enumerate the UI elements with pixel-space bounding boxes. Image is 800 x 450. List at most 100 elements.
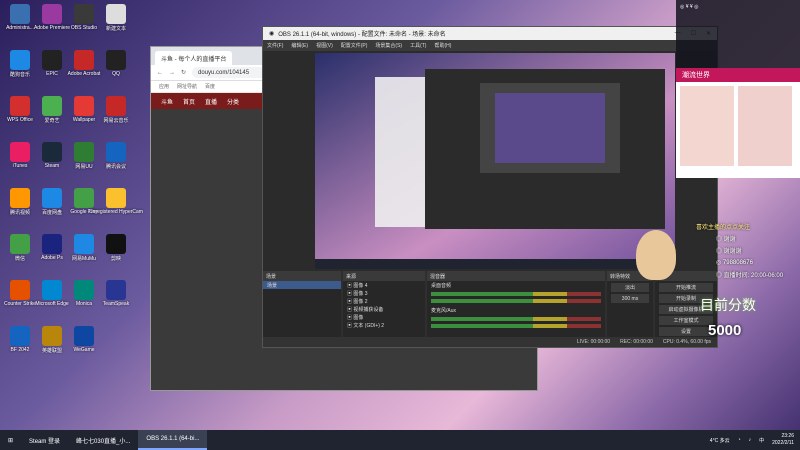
browser-tab[interactable]: 斗鱼 - 每个人的直播平台 <box>155 51 233 65</box>
desktop-icon[interactable]: EPIC <box>36 50 68 77</box>
mixer-track-label: 麦克风/Aux <box>431 307 457 314</box>
desktop-icon[interactable]: iTunes <box>4 142 36 169</box>
anime-mascot-image <box>636 230 676 280</box>
product-image[interactable] <box>680 86 734 166</box>
source-item[interactable]: ▣ 文本 (GDI+) 2 <box>343 321 425 329</box>
forward-icon[interactable]: → <box>169 70 175 76</box>
desktop-icon[interactable]: Microsoft Edge <box>35 280 69 307</box>
menu-file[interactable]: 文件(F) <box>267 42 283 49</box>
input-language[interactable]: 中 <box>759 437 764 444</box>
desktop-icon[interactable]: 英雄联盟 <box>36 326 68 354</box>
bookmark-item[interactable]: 网址导航 <box>177 83 197 90</box>
desktop-icon-label: 网易MuMu <box>72 256 96 262</box>
desktop-icon[interactable]: 腾讯视频 <box>4 188 36 216</box>
desktop-icon-label: 腾讯会议 <box>105 164 126 170</box>
scene-item[interactable]: 场景 <box>263 281 341 289</box>
desktop-icon-label: Adobe Premiere <box>33 25 71 31</box>
site-logo[interactable]: 斗鱼 <box>161 97 173 106</box>
bookmark-item[interactable]: 应用 <box>159 83 169 90</box>
taskbar-item-browser[interactable]: 峰七七030直播_小... <box>68 430 138 450</box>
menu-edit[interactable]: 编辑(E) <box>291 42 308 49</box>
desktop-icon[interactable]: 百度网盘 <box>36 188 68 216</box>
site-nav-item[interactable]: 分类 <box>227 97 239 106</box>
desktop-icon[interactable]: 网易MuMu <box>68 234 100 262</box>
clock[interactable]: 23:26 2022/2/11 <box>772 433 794 447</box>
desktop-icon[interactable]: WeGame <box>68 326 100 353</box>
mixer-track: 桌面音频 <box>427 281 605 289</box>
desktop-icon[interactable]: Wallpaper <box>68 96 100 123</box>
desktop-icon-label: 英雄联盟 <box>41 348 62 354</box>
app-icon <box>74 96 94 116</box>
volume-slider[interactable] <box>431 299 601 303</box>
desktop-icon[interactable]: Steam <box>36 142 68 169</box>
site-nav-item[interactable]: 直播 <box>205 97 217 106</box>
desktop-icon[interactable]: Adobe Acrobat <box>68 50 100 77</box>
desktop-icon[interactable]: 爱奇艺 <box>36 96 68 124</box>
desktop-icon-label: OBS Studio <box>70 25 98 31</box>
app-icon <box>10 142 30 162</box>
desktop-icon-label: TeamSpeak <box>102 301 130 307</box>
app-icon <box>10 96 30 116</box>
follower-line: ◎ 谢谢谢 <box>716 248 742 255</box>
app-icon <box>42 50 62 70</box>
product-image[interactable] <box>738 86 792 166</box>
desktop-icon-label: 剪映 <box>110 256 121 262</box>
obs-preview[interactable] <box>315 53 675 269</box>
desktop-icon-label: Adobe Ps <box>41 255 63 261</box>
menu-profile[interactable]: 配置文件(P) <box>341 42 368 49</box>
source-item[interactable]: ▣ 图像 4 <box>343 281 425 289</box>
menu-scene-collection[interactable]: 场景集合(S) <box>375 42 402 49</box>
app-icon <box>10 4 30 24</box>
desktop-icon[interactable]: TeamSpeak <box>100 280 132 307</box>
desktop-icon[interactable]: Unregistered HyperCam <box>89 188 143 215</box>
desktop-icon-label: Steam <box>44 163 60 169</box>
desktop-icon[interactable]: 腾讯会议 <box>100 142 132 170</box>
desktop-icon[interactable]: Administra... <box>4 4 36 31</box>
desktop-icon[interactable]: 网易云音乐 <box>100 96 132 124</box>
desktop-icon[interactable]: 网易UU <box>68 142 100 170</box>
desktop-icon[interactable]: OBS Studio <box>68 4 100 31</box>
source-item[interactable]: ▣ 图像 <box>343 313 425 321</box>
source-item[interactable]: ▣ 视频捕获设备 <box>343 305 425 313</box>
mixer-track-label: 桌面音频 <box>431 282 452 289</box>
desktop-icon[interactable]: QQ <box>100 50 132 77</box>
desktop-icon-label: Monica <box>75 301 93 307</box>
desktop-icon[interactable]: 剪映 <box>100 234 132 262</box>
duration-input[interactable]: 300 ms <box>611 294 649 303</box>
source-item[interactable]: ▣ 图像 2 <box>343 297 425 305</box>
taskbar-item-obs[interactable]: OBS 26.1.1 (64-bi... <box>138 430 208 450</box>
desktop-icon[interactable]: WPS Office <box>4 96 36 123</box>
desktop-icon[interactable]: Adobe Premiere <box>33 4 71 31</box>
desktop-icon[interactable]: Monica <box>68 280 100 307</box>
desktop-icon-label: Unregistered HyperCam <box>89 209 143 215</box>
app-icon <box>10 326 30 346</box>
wifi-icon[interactable]: ◔ <box>738 437 741 443</box>
desktop-icon-label: Microsoft Edge <box>35 301 69 307</box>
app-icon <box>74 50 94 70</box>
volume-slider[interactable] <box>431 324 601 328</box>
obs-window[interactable]: ◉ OBS 26.1.1 (64-bit, windows) - 配置文件: 未… <box>262 26 718 348</box>
desktop-icon[interactable]: 微信 <box>4 234 36 262</box>
desktop-icon[interactable]: Adobe Ps <box>36 234 68 261</box>
transition-select[interactable]: 淡出 <box>611 283 649 292</box>
reload-icon[interactable]: ↻ <box>181 69 186 76</box>
site-nav-item[interactable]: 首页 <box>183 97 195 106</box>
desktop-icon[interactable]: 酷狗音乐 <box>4 50 36 78</box>
menu-view[interactable]: 视图(V) <box>316 42 333 49</box>
desktop-icon[interactable]: BF 2042 <box>4 326 36 353</box>
taskbar-item-steam[interactable]: Steam 登录 <box>21 430 68 450</box>
menu-tools[interactable]: 工具(T) <box>410 42 426 49</box>
weather-widget[interactable]: 4°C 多云 <box>710 437 730 444</box>
desktop-icon[interactable]: 新建文本 <box>100 4 132 32</box>
menu-help[interactable]: 帮助(H) <box>434 42 451 49</box>
source-item[interactable]: ▣ 图像 3 <box>343 289 425 297</box>
back-icon[interactable]: ← <box>157 70 163 76</box>
desktop-icon[interactable]: Counter Strike <box>4 280 36 307</box>
volume-icon[interactable]: ♪ <box>749 437 752 443</box>
bookmark-item[interactable]: 百度 <box>205 83 215 90</box>
live-status: LIVE: 00:00:00 <box>577 339 611 345</box>
desktop-icon-label: Administra... <box>6 25 34 31</box>
system-tray: 4°C 多云 ◔ ♪ 中 23:26 2022/2/11 <box>710 433 800 447</box>
start-button[interactable]: ⊞ <box>0 430 21 450</box>
sources-list: ▣ 图像 4 ▣ 图像 3 ▣ 图像 2 ▣ 视频捕获设备 ▣ 图像 ▣ 文本 (GDI+… <box>343 281 425 329</box>
